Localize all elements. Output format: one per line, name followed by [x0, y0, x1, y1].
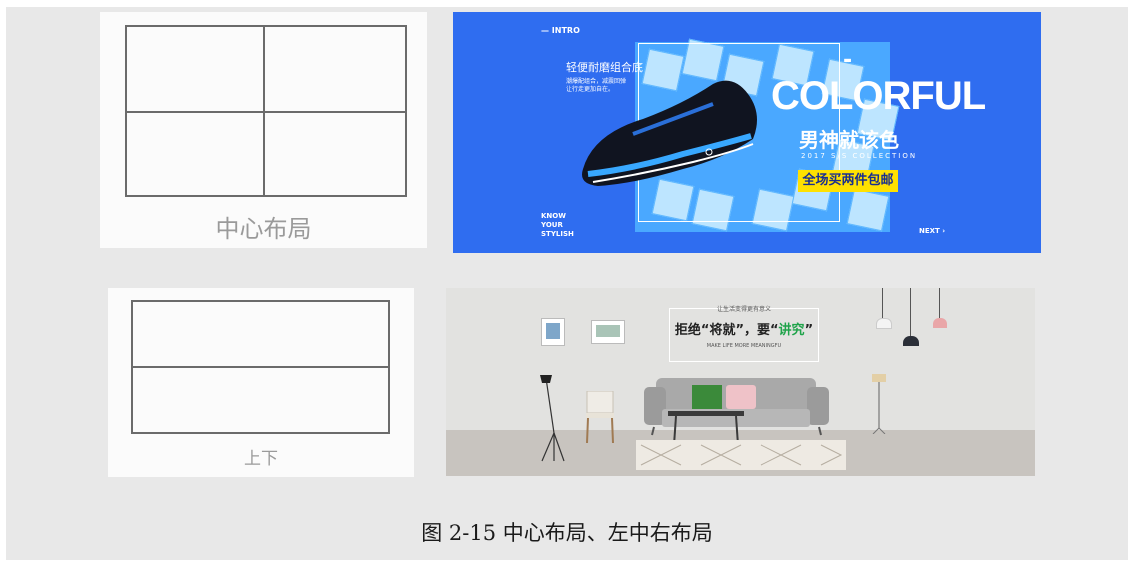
collection-text: 2017 S/S COLLECTION: [801, 152, 918, 160]
colorful-title: COLORFUL: [771, 74, 986, 118]
your-text: YOUR: [541, 221, 563, 229]
sneaker-banner: — INTRO 轻便耐磨组合底 潮爆配组合，减震回弹 让行走更加自在。 - CO…: [453, 12, 1041, 253]
furniture-banner: 让生活变得更有意义 拒绝“将就”，要“讲究” MAKE LIFE MORE ME…: [446, 288, 1035, 476]
top-bottom-layout-label: 上下: [244, 449, 278, 469]
headline-part-d: 讲究: [778, 323, 805, 338]
slogan-text: 男神就该色: [799, 128, 899, 152]
banner-heading: 轻便耐磨组合底: [566, 61, 643, 74]
pendant-lamp-1: [882, 288, 883, 318]
dash-mark: -: [843, 48, 853, 73]
floor-lamp-left: [540, 375, 565, 462]
pendant-lamp-2: [910, 288, 911, 336]
promo-button[interactable]: 全场买两件包邮: [798, 170, 898, 192]
intro-text: — INTRO: [541, 26, 580, 35]
pendant-lamp-3: [939, 288, 940, 318]
pendant-shade-2: [903, 336, 919, 346]
figure-caption: 图 2-15 中心布局、左中右布局: [421, 521, 713, 545]
pendant-shade-1: [876, 318, 892, 329]
top-bottom-layout-panel: 上下: [108, 288, 414, 477]
center-layout-horizontal-divider: [125, 111, 407, 113]
wall-frame-1: [541, 318, 565, 346]
center-layout-panel: 中心布局: [100, 12, 427, 248]
pendant-shade-3: [933, 318, 947, 328]
headline-part-a: 拒绝“: [674, 323, 710, 338]
rug: [636, 440, 846, 470]
top-bottom-layout-divider: [131, 366, 390, 368]
headline: 拒绝“将就”，要“讲究”: [670, 319, 818, 338]
english-slogan: MAKE LIFE MORE MEANINGFU: [706, 343, 782, 349]
next-link[interactable]: NEXT ›: [919, 227, 945, 235]
headline-part-e: ”: [804, 323, 814, 338]
slogan-frame: 让生活变得更有意义 拒绝“将就”，要“讲究” MAKE LIFE MORE ME…: [669, 306, 819, 362]
sneaker-image: [582, 80, 757, 186]
wall-frame-2: [591, 320, 625, 344]
headline-part-c: ”，要“: [735, 323, 779, 338]
stylish-text: STYLISH: [541, 230, 574, 238]
know-text: KNOW: [541, 212, 566, 220]
center-layout-label: 中心布局: [215, 215, 312, 243]
floor-lamp-right: [872, 374, 886, 434]
chair: [586, 391, 614, 443]
headline-part-b: 将就: [709, 323, 736, 338]
small-title: 让生活变得更有意义: [716, 306, 771, 313]
